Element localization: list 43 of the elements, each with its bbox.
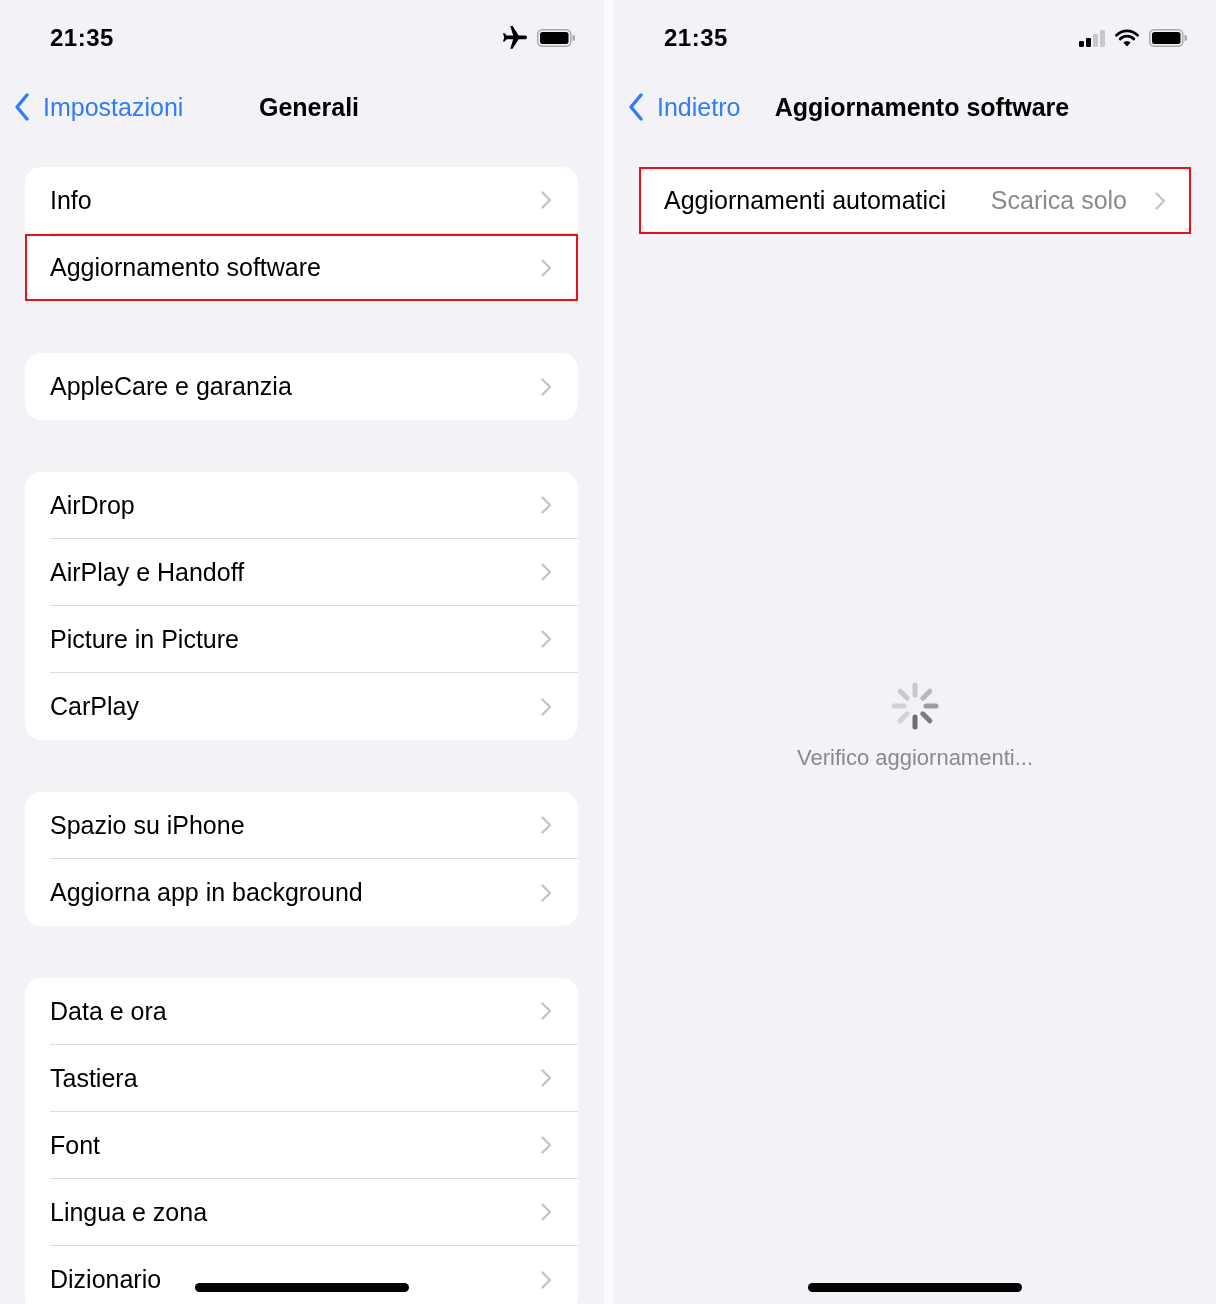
battery-icon: [537, 29, 575, 47]
chevron-right-icon: [541, 1002, 552, 1020]
chevron-right-icon: [1155, 191, 1166, 210]
chevron-right-icon: [541, 1069, 552, 1087]
settings-row[interactable]: Dizionario: [25, 1246, 578, 1304]
settings-row[interactable]: Picture in Picture: [25, 606, 578, 673]
chevron-left-icon: [14, 93, 30, 121]
settings-row[interactable]: Data e ora: [25, 978, 578, 1045]
settings-row[interactable]: AppleCare e garanzia: [25, 353, 578, 420]
status-message: Verifico aggiornamenti...: [797, 745, 1033, 771]
chevron-right-icon: [541, 1136, 552, 1154]
chevron-left-icon: [628, 93, 644, 121]
settings-row[interactable]: Spazio su iPhone: [25, 792, 578, 859]
chevron-right-icon: [541, 1203, 552, 1221]
settings-row[interactable]: AirDrop: [25, 472, 578, 539]
settings-row[interactable]: Tastiera: [25, 1045, 578, 1112]
chevron-right-icon: [541, 1270, 552, 1289]
chevron-right-icon: [541, 816, 552, 834]
settings-row[interactable]: Font: [25, 1112, 578, 1179]
settings-row[interactable]: Info: [25, 167, 578, 234]
wifi-icon: [1115, 29, 1139, 47]
chevron-right-icon: [541, 697, 552, 716]
back-button[interactable]: Indietro: [628, 92, 741, 122]
settings-row[interactable]: Aggiornamenti automatici Scarica solo: [639, 167, 1191, 234]
back-button[interactable]: Impostazioni: [14, 92, 184, 122]
settings-row[interactable]: Lingua e zona: [25, 1179, 578, 1246]
settings-row[interactable]: Aggiorna app in background: [25, 859, 578, 926]
chevron-right-icon: [541, 377, 552, 396]
chevron-right-icon: [541, 496, 552, 514]
settings-row[interactable]: CarPlay: [25, 673, 578, 740]
status-time: 21:35: [50, 24, 114, 52]
nav-title: Aggiornamento software: [774, 92, 1070, 122]
status-time: 21:35: [664, 24, 728, 52]
settings-row[interactable]: AirPlay e Handoff: [25, 539, 578, 606]
battery-icon: [1149, 29, 1187, 47]
chevron-right-icon: [541, 258, 552, 277]
chevron-right-icon: [541, 883, 552, 902]
nav-title: Generali: [258, 92, 360, 122]
row-value: Scarica solo: [990, 186, 1127, 215]
chevron-right-icon: [541, 191, 552, 209]
chevron-right-icon: [541, 563, 552, 581]
settings-row[interactable]: Aggiornamento software: [25, 234, 578, 301]
chevron-right-icon: [541, 630, 552, 648]
